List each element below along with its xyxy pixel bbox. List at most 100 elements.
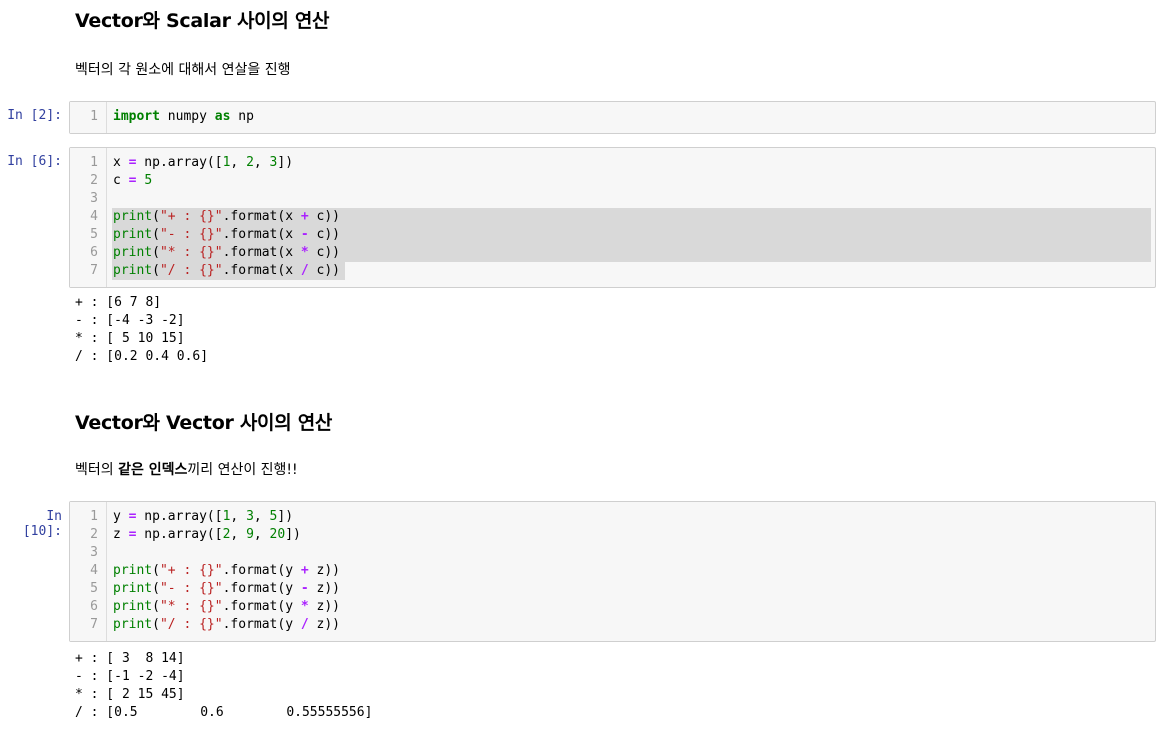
code-token: .format(x xyxy=(222,209,301,224)
code-token: print xyxy=(113,599,153,614)
code-line[interactable]: 3 xyxy=(70,544,1155,562)
code-text[interactable]: print("- : {}".format(y - z)) xyxy=(113,580,340,598)
code-token: .format(x xyxy=(222,263,301,278)
code-token: .format(x xyxy=(222,245,301,260)
line-number: 7 xyxy=(90,617,98,632)
code-token: - xyxy=(300,227,309,242)
line-number: 6 xyxy=(90,245,98,260)
code-token: 9 xyxy=(246,527,254,542)
code-token: np.array([ xyxy=(136,155,223,170)
section-heading-scalar: Vector와 Scalar 사이의 연산 xyxy=(75,10,330,32)
code-token: , xyxy=(253,527,270,542)
code-token: np.array([ xyxy=(136,509,223,524)
line-number: 3 xyxy=(90,191,98,206)
code-line[interactable]: 1 x = np.array([1, 2, 3]) xyxy=(70,154,1155,172)
code-token: , xyxy=(253,155,270,170)
cell-prompt-2: In [6]: xyxy=(7,154,62,169)
section-description-scalar: 벡터의 각 원소에 대해서 연살을 진행 xyxy=(75,62,291,78)
code-token: z xyxy=(113,527,129,542)
code-token: z)) xyxy=(308,599,341,614)
line-number: 2 xyxy=(90,173,98,188)
code-token: * xyxy=(300,245,309,260)
code-token: print xyxy=(113,563,153,578)
section-description-vector: 벡터의 같은 인덱스끼리 연산이 진행!! xyxy=(75,459,298,479)
section-heading-vector: Vector와 Vector 사이의 연산 xyxy=(75,412,333,434)
code-line[interactable]: 4 print("+ : {}".format(x + c)) xyxy=(70,208,1155,226)
code-token: c)) xyxy=(308,227,341,242)
cell-prompt-1: In [2]: xyxy=(7,108,62,123)
code-token: c)) xyxy=(308,245,341,260)
code-token: , xyxy=(253,509,270,524)
code-token: "/ : {}" xyxy=(159,263,223,278)
line-number: 7 xyxy=(90,263,98,278)
code-line[interactable]: 6 print("* : {}".format(y * z)) xyxy=(70,598,1155,616)
code-line[interactable]: 5 print("- : {}".format(y - z)) xyxy=(70,580,1155,598)
code-token: y xyxy=(113,509,129,524)
code-token: x xyxy=(113,155,129,170)
code-line[interactable]: 2 c = 5 xyxy=(70,172,1155,190)
code-text[interactable]: x = np.array([1, 2, 3]) xyxy=(113,154,293,172)
code-token: z)) xyxy=(308,563,341,578)
code-token: as xyxy=(214,109,231,124)
code-token: print xyxy=(113,227,153,242)
line-number: 5 xyxy=(90,581,98,596)
line-number: 1 xyxy=(90,155,98,170)
output-line: - : [-4 -3 -2] xyxy=(75,313,185,328)
code-token: print xyxy=(113,245,153,260)
code-token: "/ : {}" xyxy=(159,617,223,632)
code-token: ( xyxy=(152,227,160,242)
code-token: c)) xyxy=(308,209,341,224)
code-text[interactable]: print("* : {}".format(y * z)) xyxy=(113,598,340,616)
code-text[interactable]: print("+ : {}".format(x + c)) xyxy=(113,208,340,226)
code-token: ]) xyxy=(285,527,301,542)
code-token: z)) xyxy=(308,581,341,596)
output-line: * : [ 5 10 15] xyxy=(75,331,185,346)
code-token: "* : {}" xyxy=(159,599,223,614)
code-token: ( xyxy=(152,209,160,224)
output-line: + : [6 7 8] xyxy=(75,295,162,310)
code-text[interactable]: print("- : {}".format(x - c)) xyxy=(113,226,340,244)
code-cell-vector-ops[interactable]: 1 y = np.array([1, 3, 5]) 2 z = np.array([2… xyxy=(69,501,1156,642)
code-text[interactable]: y = np.array([1, 3, 5]) xyxy=(113,508,293,526)
code-token: ( xyxy=(152,617,160,632)
code-token: c xyxy=(113,173,129,188)
code-token: ]) xyxy=(277,155,294,170)
code-token: .format(x xyxy=(222,227,301,242)
code-line[interactable]: 1 import numpy as np xyxy=(70,108,1155,126)
code-line[interactable]: 1 y = np.array([1, 3, 5]) xyxy=(70,508,1155,526)
code-line[interactable]: 3 xyxy=(70,190,1155,208)
code-line[interactable]: 5 print("- : {}".format(x - c)) xyxy=(70,226,1155,244)
code-token: 5 xyxy=(144,173,153,188)
code-text[interactable]: print("/ : {}".format(x / c)) xyxy=(113,262,340,280)
code-token: , xyxy=(230,509,247,524)
output-line: - : [-1 -2 -4] xyxy=(75,669,185,684)
code-line[interactable]: 4 print("+ : {}".format(y + z)) xyxy=(70,562,1155,580)
code-token: print xyxy=(113,617,153,632)
code-text[interactable]: print("* : {}".format(x * c)) xyxy=(113,244,340,262)
code-line[interactable]: 7 print("/ : {}".format(x / c)) xyxy=(70,262,1155,280)
line-number: 5 xyxy=(90,227,98,242)
code-token: np.array([ xyxy=(136,527,223,542)
code-token: .format(y xyxy=(222,581,301,596)
output-line: + : [ 3 8 14] xyxy=(75,651,185,666)
code-cell-import[interactable]: 1 import numpy as np xyxy=(69,101,1156,134)
desc-text: 끼리 연산이 진행!! xyxy=(187,462,298,478)
code-token: .format(y xyxy=(222,563,301,578)
code-token: 20 xyxy=(269,527,286,542)
code-line[interactable]: 2 z = np.array([2, 9, 20]) xyxy=(70,526,1155,544)
code-text[interactable]: c = 5 xyxy=(113,172,152,190)
code-cell-scalar-ops[interactable]: 1 x = np.array([1, 2, 3]) 2 c = 5 3 4 print("+… xyxy=(69,147,1156,288)
code-line[interactable]: 6 print("* : {}".format(x * c)) xyxy=(70,244,1155,262)
code-text[interactable]: import numpy as np xyxy=(113,108,254,126)
code-line[interactable]: 7 print("/ : {}".format(y / z)) xyxy=(70,616,1155,634)
code-text[interactable]: z = np.array([2, 9, 20]) xyxy=(113,526,301,544)
line-number: 6 xyxy=(90,599,98,614)
code-token: "* : {}" xyxy=(159,245,223,260)
line-number: 4 xyxy=(90,563,98,578)
line-number: 1 xyxy=(90,109,98,124)
code-token: - xyxy=(300,581,309,596)
code-text[interactable]: print("/ : {}".format(y / z)) xyxy=(113,616,340,634)
code-token: "- : {}" xyxy=(159,581,223,596)
code-text[interactable]: print("+ : {}".format(y + z)) xyxy=(113,562,340,580)
desc-bold-text: 같은 인덱스 xyxy=(118,462,188,478)
